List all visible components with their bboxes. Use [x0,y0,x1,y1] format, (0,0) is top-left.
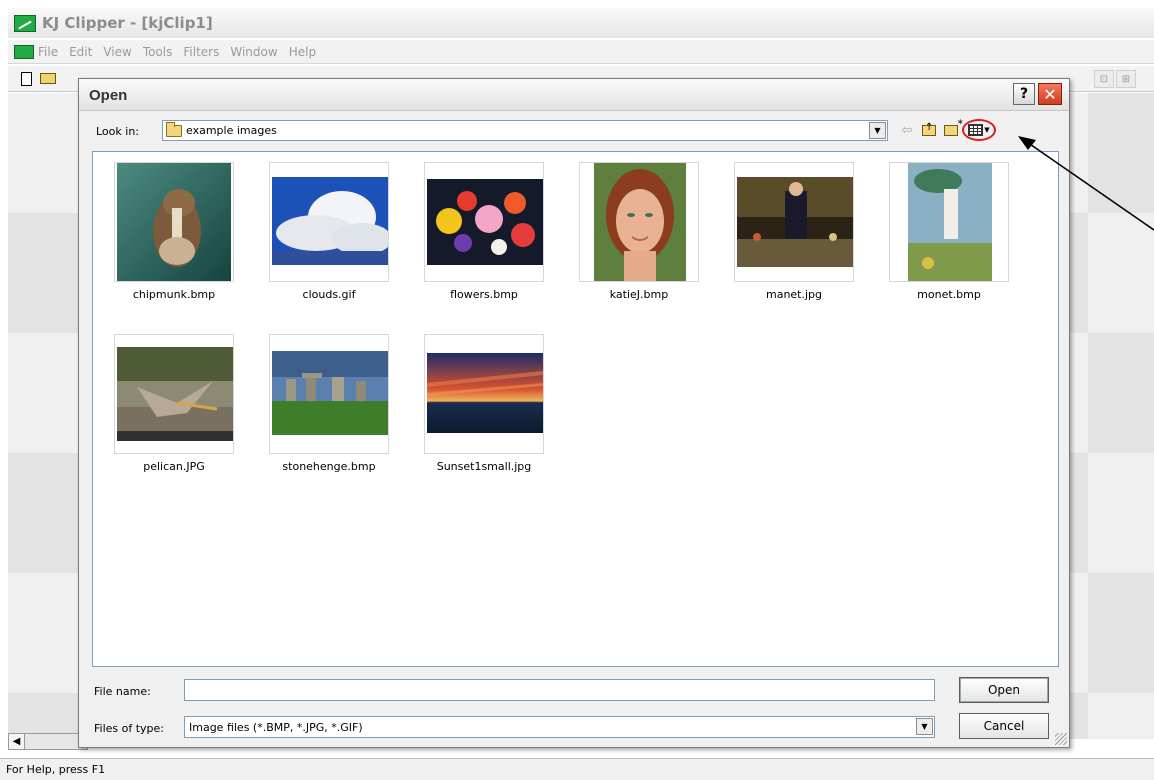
look-in-value: example images [186,124,277,137]
back-button[interactable]: ⇦ [896,119,918,141]
file-list[interactable]: chipmunk.bmp clouds.gif flowers.bmp kati… [92,151,1059,667]
thumbnail-frame [424,162,544,282]
file-thumbnail[interactable]: pelican.JPG [114,334,234,484]
look-in-label: Look in: [96,125,139,138]
file-thumbnail[interactable]: flowers.bmp [424,162,544,312]
thumbnail-frame [579,162,699,282]
new-file-button[interactable] [16,70,36,88]
file-name: chipmunk.bmp [132,288,216,301]
status-text: For Help, press F1 [6,763,106,776]
views-menu-button[interactable]: ▼ [962,119,996,141]
select-tool-button[interactable]: ⊡ [1094,70,1114,88]
chipmunk-image [117,163,231,281]
menu-file[interactable]: File [38,45,58,59]
up-one-level-button[interactable] [918,119,940,141]
stonehenge-image [272,351,388,435]
file-name: katieJ.bmp [609,288,669,301]
files-of-type-value: Image files (*.BMP, *.JPG, *.GIF) [189,720,363,734]
clouds-image [272,177,388,265]
annotation-arrow-icon [1018,136,1154,231]
file-name: flowers.bmp [450,288,518,301]
sunset-image [427,353,543,433]
scroll-left-icon[interactable]: ◀ [9,734,25,749]
open-button[interactable]: Open [959,677,1049,703]
thumbnail-frame [269,334,389,454]
menu-edit[interactable]: Edit [69,45,92,59]
file-name-label: File name: [94,685,151,698]
thumbnail-frame [424,334,544,454]
thumbnail-frame [269,162,389,282]
new-folder-icon [944,118,964,136]
flowers-image [427,179,543,265]
file-thumbnail[interactable]: Sunset1small.jpg [424,334,544,484]
file-thumbnail[interactable]: chipmunk.bmp [114,162,234,312]
up-folder-icon [922,122,936,136]
caret-down-icon: ▼ [984,126,990,134]
file-name-input[interactable] [184,679,935,701]
folder-icon [166,121,182,137]
close-button[interactable]: ✕ [1038,83,1062,105]
chevron-down-icon[interactable]: ▼ [869,122,886,139]
file-thumbnail[interactable]: monet.bmp [889,162,1009,312]
app-logo-icon [14,14,36,32]
files-of-type-label: Files of type: [94,722,165,735]
help-button[interactable]: ? [1013,83,1035,105]
menu-window[interactable]: Window [230,45,277,59]
file-name: monet.bmp [917,288,981,301]
new-file-icon [20,71,32,86]
dialog-titlebar[interactable]: Open ? ✕ [79,79,1069,111]
crop-tool-button[interactable]: ⊞ [1116,70,1136,88]
manet-image [737,177,853,267]
open-folder-icon [40,73,56,84]
menu-help[interactable]: Help [289,45,316,59]
chevron-down-icon[interactable]: ▼ [916,718,933,735]
thumbnail-frame [114,334,234,454]
file-thumbnail[interactable]: clouds.gif [269,162,389,312]
app-menubar: File Edit View Tools Filters Window Help [8,40,1154,64]
dialog-title: Open [89,87,128,104]
resize-grip-icon[interactable] [1055,733,1067,745]
toolbar-right-group: ⊡ ⊞ [1094,70,1138,88]
monet-image [908,163,992,281]
open-dialog: Open ? ✕ Look in: example images ▼ ⇦ ▼ [78,78,1070,748]
file-name: Sunset1small.jpg [436,460,532,473]
navigation-toolbar: ⇦ ▼ [896,118,996,141]
views-menu-icon [968,124,984,136]
thumbnail-frame [734,162,854,282]
menu-view[interactable]: View [103,45,131,59]
thumbnail-frame [114,162,234,282]
app-title: KJ Clipper - [kjClip1] [42,14,213,32]
menu-filters[interactable]: Filters [183,45,219,59]
look-in-dropdown[interactable]: example images ▼ [162,120,888,141]
create-new-folder-button[interactable] [940,118,964,141]
portrait-image [594,163,686,281]
thumbnail-frame [889,162,1009,282]
files-of-type-dropdown[interactable]: Image files (*.BMP, *.JPG, *.GIF) ▼ [184,716,935,738]
horizontal-scrollbar[interactable]: ◀ [8,733,88,750]
app-titlebar: KJ Clipper - [kjClip1] [8,8,1154,38]
file-thumbnail[interactable]: manet.jpg [734,162,854,312]
back-arrow-icon: ⇦ [901,122,913,138]
file-name: stonehenge.bmp [282,460,376,473]
document-icon[interactable] [14,44,34,59]
file-name: manet.jpg [765,288,823,301]
status-bar: For Help, press F1 [0,758,1154,780]
open-file-button[interactable] [38,70,58,88]
file-thumbnail[interactable]: stonehenge.bmp [269,334,389,484]
menu-tools[interactable]: Tools [143,45,173,59]
file-name: pelican.JPG [143,460,205,473]
file-thumbnail[interactable]: katieJ.bmp [579,162,699,312]
cancel-button[interactable]: Cancel [959,713,1049,739]
file-name: clouds.gif [302,288,356,301]
pelican-image [117,347,233,441]
